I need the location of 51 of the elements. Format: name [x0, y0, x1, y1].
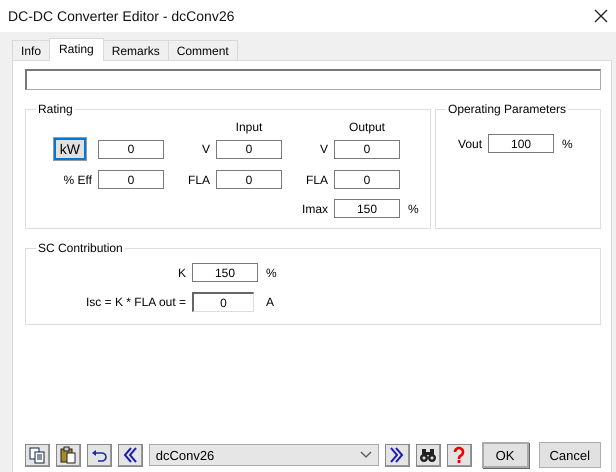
tab[interactable]: Comment [168, 40, 238, 60]
column-header: Input [234, 120, 264, 134]
input-field[interactable]: 0 [216, 140, 282, 158]
unit-label: % [561, 136, 573, 150]
tab[interactable]: Rating [49, 38, 104, 61]
dialog-button[interactable]: Cancel [538, 442, 601, 468]
column-header: Output [348, 120, 386, 134]
group-title: SC Contribution [37, 241, 124, 255]
paste-button[interactable] [56, 444, 81, 466]
field-label: % Eff [64, 172, 92, 186]
previous-button[interactable] [118, 444, 143, 466]
group-title: Rating [37, 102, 74, 116]
input-field[interactable]: 100 [488, 134, 554, 153]
input-field[interactable]: 150 [192, 263, 258, 282]
clipboard-icon [59, 446, 78, 464]
unit-label: % [407, 202, 420, 216]
copy-icon [28, 446, 46, 464]
next-button[interactable] [384, 444, 410, 466]
help-icon [452, 446, 466, 464]
window-title: DC-DC Converter Editor - dcConv26 [8, 8, 234, 24]
element-dropdown[interactable]: dcConv26 [148, 444, 379, 466]
tab[interactable]: Info [12, 40, 50, 60]
unit-label: % [265, 266, 278, 280]
undo-button[interactable] [86, 444, 112, 466]
field-label: V [202, 142, 210, 156]
dialog-button[interactable]: OK [482, 442, 529, 468]
field-label: V [320, 142, 328, 156]
group-title: Operating Parameters [447, 102, 568, 116]
unit-button[interactable]: kW [54, 138, 86, 160]
copy-button[interactable] [25, 444, 50, 466]
binoculars-icon [419, 446, 438, 464]
field-label: Imax [302, 202, 328, 216]
find-button[interactable] [416, 444, 441, 466]
input-field[interactable]: 0 [98, 140, 164, 158]
field-label: FLA [188, 172, 210, 186]
double-chevron-left-icon [121, 446, 140, 464]
field-label: FLA [306, 172, 328, 186]
input-field[interactable]: 150 [334, 199, 400, 218]
input-field[interactable]: 0 [216, 170, 282, 189]
value-display: 0 [192, 292, 254, 312]
unit-label: A [265, 295, 276, 309]
field-label: K [178, 266, 186, 280]
input-field[interactable]: 0 [98, 170, 164, 189]
field-label: Isc = K * FLA out = [86, 295, 186, 309]
field-label: Vout [458, 136, 482, 150]
input-field[interactable]: 0 [334, 140, 400, 158]
input-field[interactable]: 0 [334, 170, 400, 189]
help-button[interactable] [446, 444, 472, 466]
chevron-down-icon [360, 451, 372, 459]
close-icon[interactable] [594, 9, 608, 23]
description-field[interactable] [25, 69, 601, 90]
